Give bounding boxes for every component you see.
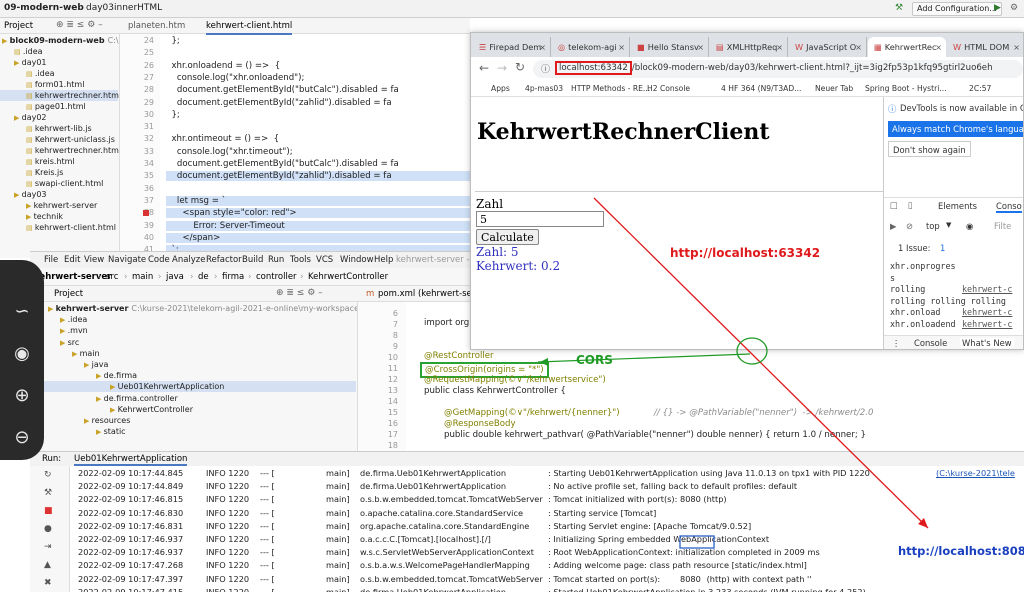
- annotation-overlay: [537, 197, 929, 549]
- arrow-line-request: [593, 197, 929, 529]
- port-highlight-box: [679, 535, 715, 549]
- arrow-head-cors: [540, 358, 548, 366]
- cors-circle: [736, 337, 768, 365]
- arrow-line-cors: [537, 353, 751, 363]
